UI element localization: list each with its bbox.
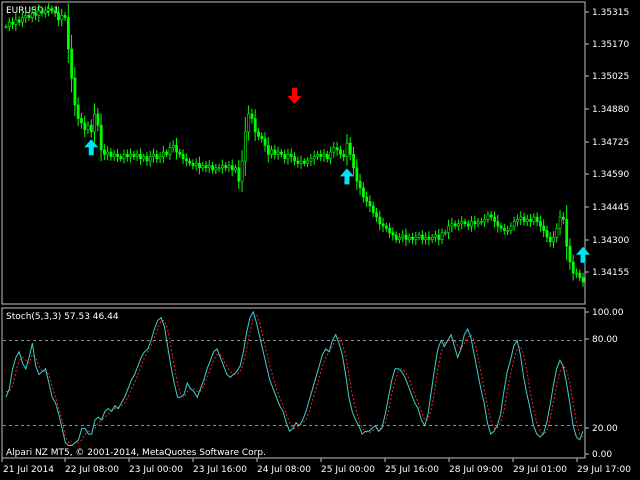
time-tick: 25 Jul 16:00 — [385, 465, 439, 475]
copyright-text: Alpari NZ MT5, © 2001-2014, MetaQuotes S… — [6, 448, 266, 458]
time-tick: 28 Jul 09:00 — [449, 465, 503, 475]
chart-background — [0, 0, 640, 480]
price-tick: 1.35025 — [592, 72, 629, 82]
price-tick: 1.34880 — [592, 105, 629, 115]
price-tick: 1.34590 — [592, 170, 629, 180]
time-tick: 25 Jul 00:00 — [321, 465, 375, 475]
time-tick: 24 Jul 08:00 — [257, 465, 311, 475]
time-tick: 21 Jul 2014 — [3, 465, 54, 475]
stoch-tick: 100.00 — [592, 308, 624, 318]
price-tick: 1.34155 — [592, 268, 629, 278]
price-tick: 1.34445 — [592, 203, 629, 213]
price-tick: 1.35315 — [592, 8, 629, 18]
stoch-tick: 0.00 — [592, 450, 612, 460]
stoch-tick: 20.00 — [592, 424, 618, 434]
time-tick: 22 Jul 08:00 — [65, 465, 119, 475]
time-tick: 23 Jul 00:00 — [129, 465, 183, 475]
stoch-tick: 80.00 — [592, 335, 618, 345]
price-axis[interactable]: 1.35315 1.35170 1.35025 1.34880 1.34725 … — [585, 8, 629, 278]
time-tick: 23 Jul 16:00 — [193, 465, 247, 475]
trading-chart[interactable]: EURUSD,H1 Stoch(5,3,3) 57.53 46.44 Alpar… — [0, 0, 640, 480]
price-tick: 1.34725 — [592, 138, 629, 148]
indicator-label: Stoch(5,3,3) 57.53 46.44 — [6, 312, 119, 322]
price-tick: 1.35170 — [592, 40, 629, 50]
time-tick: 29 Jul 17:00 — [577, 465, 631, 475]
price-tick: 1.34300 — [592, 236, 629, 246]
time-tick: 29 Jul 01:00 — [513, 465, 567, 475]
